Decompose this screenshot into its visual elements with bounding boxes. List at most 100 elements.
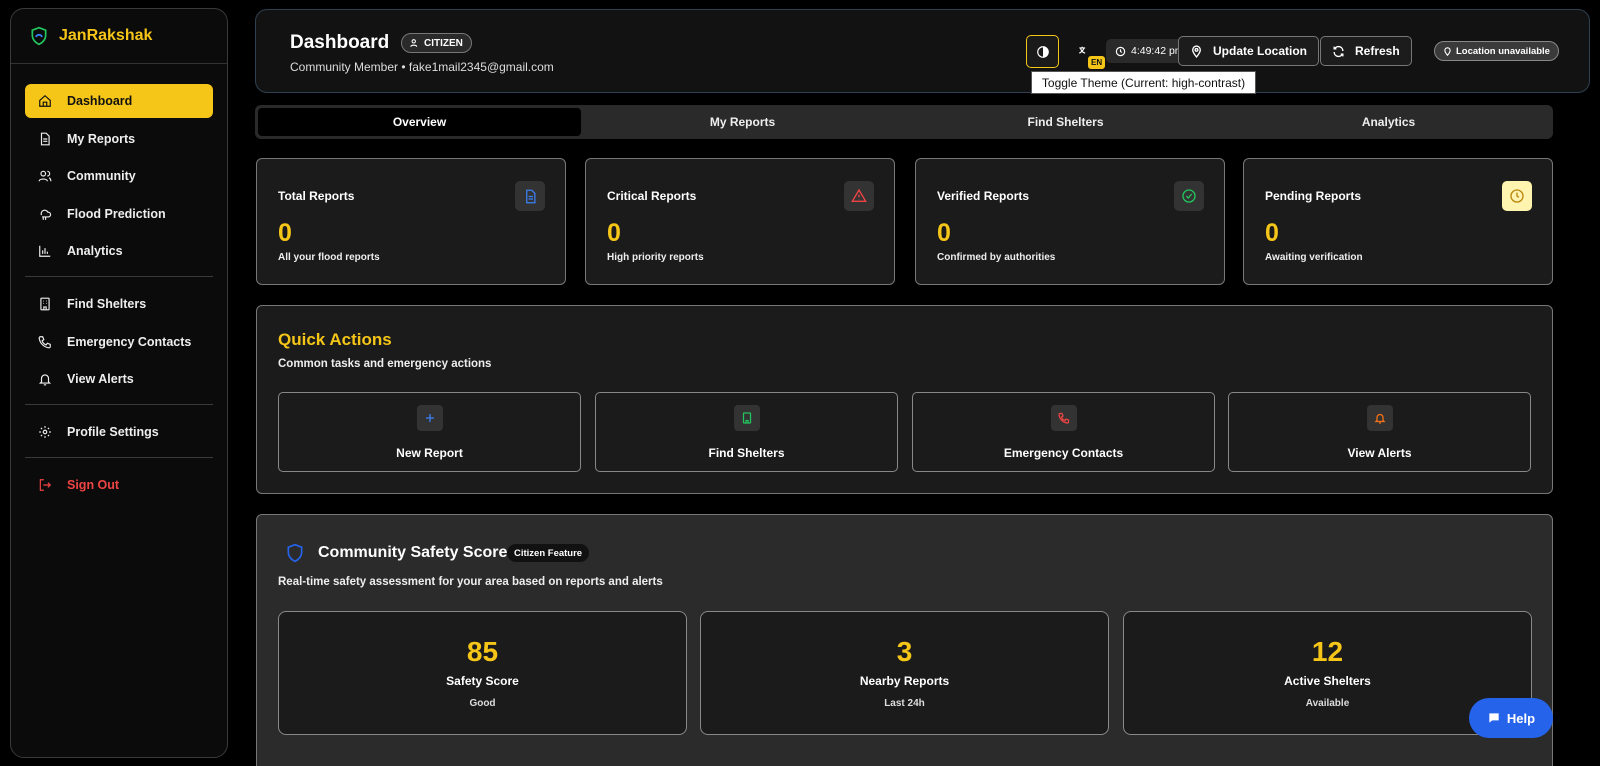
sidebar-item-label: Sign Out	[67, 478, 120, 492]
safety-label: Active Shelters	[1284, 674, 1371, 688]
user-subtitle: Community Member • fake1mail2345@gmail.c…	[290, 60, 554, 74]
citizen-feature-badge: Citizen Feature	[507, 544, 590, 562]
quick-action-label: New Report	[396, 446, 463, 460]
users-icon	[410, 39, 418, 47]
theme-tooltip: Toggle Theme (Current: high-contrast)	[1031, 71, 1256, 94]
tab-bar: Overview My Reports Find Shelters Analyt…	[255, 105, 1553, 139]
tab-find-shelters[interactable]: Find Shelters	[904, 108, 1227, 136]
file-icon	[515, 181, 545, 211]
logout-icon	[37, 477, 53, 493]
divider	[25, 276, 213, 277]
safety-score-card: 85 Safety Score Good	[278, 611, 687, 735]
tab-my-reports[interactable]: My Reports	[581, 108, 904, 136]
safety-value: 3	[896, 636, 913, 667]
stat-label: Pending Reports	[1265, 189, 1362, 203]
location-status-label: Location unavailable	[1456, 45, 1550, 57]
file-icon	[37, 131, 53, 147]
sidebar-item-profile-settings[interactable]: Profile Settings	[25, 415, 213, 449]
role-label: CITIZEN	[424, 37, 463, 49]
quick-actions-subtitle: Common tasks and emergency actions	[278, 358, 492, 370]
map-pin-icon	[1444, 46, 1451, 56]
current-time: 4:49:42 pm	[1131, 45, 1184, 57]
phone-icon	[37, 334, 53, 350]
home-icon	[37, 93, 53, 109]
sidebar-item-label: Dashboard	[67, 94, 133, 108]
update-location-button[interactable]: Update Location	[1178, 36, 1320, 66]
safety-desc: Available	[1305, 698, 1350, 709]
stat-desc: Awaiting verification	[1265, 252, 1363, 263]
new-report-button[interactable]: New Report	[278, 392, 581, 472]
gear-icon	[37, 424, 53, 440]
sidebar-item-view-alerts[interactable]: View Alerts	[25, 362, 213, 396]
stat-card-verified-reports: Verified Reports 0 Confirmed by authorit…	[915, 158, 1225, 285]
bell-icon	[1366, 405, 1393, 431]
stat-desc: High priority reports	[607, 252, 704, 263]
sidebar-item-flood-prediction[interactable]: Flood Prediction	[25, 197, 213, 231]
emergency-contacts-button[interactable]: Emergency Contacts	[912, 392, 1215, 472]
sidebar-nav: Dashboard My Reports Community Flood Pre…	[11, 64, 227, 502]
tab-overview[interactable]: Overview	[258, 108, 581, 136]
quick-action-label: Find Shelters	[708, 446, 785, 460]
stat-value: 0	[607, 219, 621, 247]
map-pin-icon	[1192, 44, 1201, 58]
refresh-icon	[1333, 45, 1344, 57]
stat-card-total-reports: Total Reports 0 All your flood reports	[256, 158, 566, 285]
sidebar-item-label: Profile Settings	[67, 425, 159, 439]
stat-label: Verified Reports	[937, 189, 1030, 203]
view-alerts-button[interactable]: View Alerts	[1228, 392, 1531, 472]
clock-icon	[1502, 181, 1532, 211]
stat-label: Total Reports	[278, 189, 355, 203]
language-badge: EN	[1088, 56, 1106, 69]
refresh-label: Refresh	[1355, 44, 1400, 58]
location-status-badge: Location unavailable	[1434, 41, 1559, 61]
safety-desc: Good	[469, 698, 496, 709]
stat-value: 0	[937, 219, 951, 247]
safety-desc: Last 24h	[884, 698, 925, 709]
tab-analytics[interactable]: Analytics	[1227, 108, 1550, 136]
page-title: Dashboard	[290, 32, 390, 53]
sidebar-item-emergency-contacts[interactable]: Emergency Contacts	[25, 325, 213, 359]
help-button[interactable]: Help	[1469, 698, 1553, 738]
stat-desc: All your flood reports	[278, 252, 380, 263]
safety-score-panel: Community Safety Score Citizen Feature R…	[256, 514, 1553, 766]
sidebar-item-label: Find Shelters	[67, 297, 147, 311]
update-location-label: Update Location	[1213, 44, 1308, 58]
stat-value: 0	[1265, 219, 1279, 247]
sidebar-item-dashboard[interactable]: Dashboard	[25, 84, 213, 118]
sidebar-item-find-shelters[interactable]: Find Shelters	[25, 287, 213, 321]
sidebar-item-my-reports[interactable]: My Reports	[25, 122, 213, 156]
plus-icon	[416, 405, 443, 431]
role-badge: CITIZEN	[401, 33, 472, 53]
safety-label: Nearby Reports	[859, 674, 950, 688]
page-header: Dashboard CITIZEN Community Member • fak…	[255, 9, 1590, 93]
bell-icon	[37, 371, 53, 387]
divider	[25, 457, 213, 458]
safety-subtitle: Real-time safety assessment for your are…	[278, 576, 663, 588]
sidebar-item-label: View Alerts	[67, 372, 134, 386]
quick-action-label: Emergency Contacts	[1003, 446, 1124, 460]
building-icon	[37, 296, 53, 312]
help-label: Help	[1506, 710, 1536, 726]
brand[interactable]: JanRakshak	[11, 9, 227, 64]
sidebar-item-label: Flood Prediction	[67, 206, 166, 221]
safety-value: 85	[466, 636, 499, 667]
shield-logo-icon	[31, 26, 47, 46]
sidebar-item-label: My Reports	[67, 131, 136, 146]
quick-actions-panel: Quick Actions Common tasks and emergency…	[256, 305, 1553, 494]
cloud-rain-icon	[37, 206, 53, 222]
sidebar-item-analytics[interactable]: Analytics	[25, 234, 213, 268]
stat-label: Critical Reports	[607, 189, 697, 203]
quick-actions-title: Quick Actions	[278, 330, 392, 349]
stat-desc: Confirmed by authorities	[937, 252, 1056, 263]
sidebar-item-community[interactable]: Community	[25, 159, 213, 193]
safety-value: 12	[1311, 636, 1344, 667]
refresh-button[interactable]: Refresh	[1320, 36, 1412, 66]
phone-icon	[1050, 405, 1077, 431]
stat-value: 0	[278, 219, 292, 247]
stat-card-pending-reports: Pending Reports 0 Awaiting verification	[1243, 158, 1553, 285]
bar-chart-icon	[37, 243, 53, 259]
find-shelters-button[interactable]: Find Shelters	[595, 392, 898, 472]
toggle-theme-button[interactable]	[1026, 35, 1059, 68]
sidebar-item-sign-out[interactable]: Sign Out	[25, 468, 213, 502]
clock-icon	[1115, 46, 1126, 56]
